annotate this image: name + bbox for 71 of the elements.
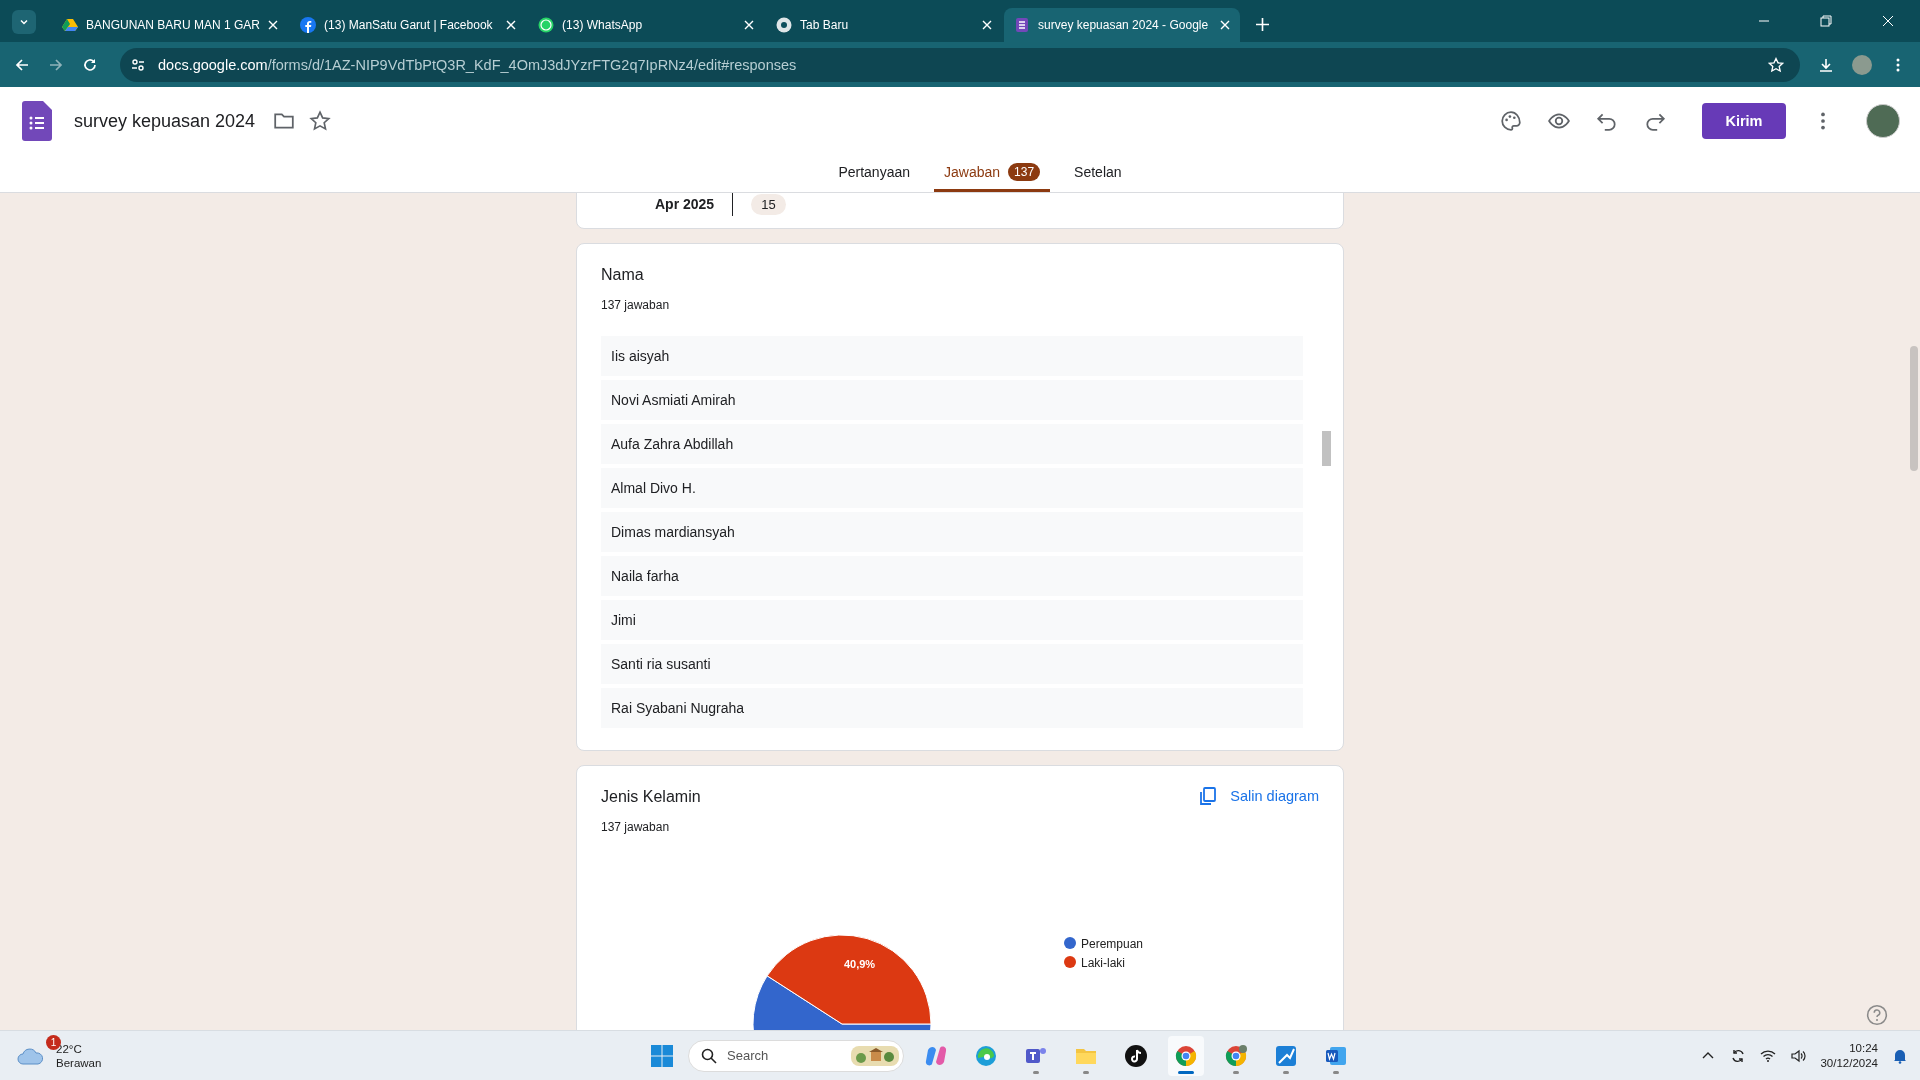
answer-row: Iis aisyah xyxy=(601,336,1303,376)
response-count: 137 jawaban xyxy=(601,820,671,834)
download-icon[interactable] xyxy=(1818,56,1834,73)
day-chip[interactable]: 15 xyxy=(751,193,786,215)
address-bar[interactable]: docs.google.com/forms/d/1AZ-NIP9VdTbPtQ3R_KdF_4OmJ3dJYzrFTG2q7IpRNz4/edit#responses xyxy=(120,47,1800,82)
slice-label: 40,9% xyxy=(843,958,876,971)
answer-row: Jimi xyxy=(601,600,1303,640)
url-text: docs.google.com/forms/d/1AZ-NIP9VdTbPtQ3R_KdF_4OmJ3dJYzrFTG2q7IpRNz4/edit#responses xyxy=(158,56,797,73)
star-icon[interactable] xyxy=(309,110,332,132)
answer-row: Rai Syabani Nugraha xyxy=(601,688,1303,728)
copy-chart-button[interactable]: Salin diagram xyxy=(1198,786,1319,806)
browser-tab[interactable]: (13) ManSatu Garut | Facebook xyxy=(290,8,527,42)
response-count: 137 jawaban xyxy=(601,298,671,312)
answer-row: Dimas mardiansyah xyxy=(601,512,1303,552)
close-icon[interactable] xyxy=(982,20,993,30)
form-tab[interactable]: Pertanyaan xyxy=(828,155,920,192)
question-title: Nama xyxy=(601,266,645,284)
help-icon[interactable] xyxy=(1866,1004,1888,1026)
chat-icon xyxy=(538,17,555,33)
tab-search-button[interactable] xyxy=(12,10,36,34)
sync-icon[interactable] xyxy=(1730,1047,1747,1064)
send-button[interactable]: Kirim xyxy=(1702,103,1786,139)
start-icon[interactable] xyxy=(650,1043,674,1068)
back-icon[interactable] xyxy=(14,56,30,73)
bookmark-star-icon[interactable] xyxy=(1768,56,1784,73)
edge-icon xyxy=(974,1043,998,1068)
facebook-icon xyxy=(300,17,317,33)
browser-tab[interactable]: (13) WhatsApp xyxy=(528,8,765,42)
volume-icon[interactable] xyxy=(1790,1047,1807,1064)
close-icon[interactable] xyxy=(506,20,517,30)
site-settings-icon[interactable] xyxy=(130,56,146,73)
answer-row: Almal Divo H. xyxy=(601,468,1303,508)
month-label: Apr 2025 xyxy=(655,196,715,212)
forms-logo-icon[interactable] xyxy=(22,101,52,141)
drive-icon xyxy=(62,17,78,33)
browser-tab[interactable]: BANGUNAN BARU MAN 1 GAR xyxy=(52,8,289,42)
search-field[interactable]: Search xyxy=(688,1039,904,1072)
legend-label: Laki-laki xyxy=(1081,956,1126,970)
copy-icon xyxy=(1198,786,1219,806)
answer-row: Naila farha xyxy=(601,556,1303,596)
notification-bell-icon[interactable] xyxy=(1892,1047,1908,1064)
close-icon[interactable] xyxy=(1220,20,1231,30)
response-count-badge: 137 xyxy=(1008,163,1041,181)
legend-label: Perempuan xyxy=(1081,937,1144,951)
form-icon xyxy=(1014,17,1031,33)
forward-icon[interactable] xyxy=(48,56,64,73)
close-icon[interactable] xyxy=(1882,15,1894,27)
answer-row: Novi Asmiati Amirah xyxy=(601,380,1303,420)
browser-tab[interactable]: survey kepuasan 2024 - Google xyxy=(1004,8,1241,42)
weather-condition: Berawan xyxy=(56,1056,102,1069)
question-title: Jenis Kelamin xyxy=(601,788,701,806)
palette-icon[interactable] xyxy=(1500,110,1522,132)
clock[interactable]: 10:24 30/12/2024 xyxy=(1820,1042,1878,1069)
answer-row: Santi ria susanti xyxy=(601,644,1303,684)
new-tab-icon[interactable] xyxy=(1256,18,1270,31)
reload-icon[interactable] xyxy=(82,56,98,73)
answer-row: Aufa Zahra Abdillah xyxy=(601,424,1303,464)
close-icon[interactable] xyxy=(744,20,755,30)
form-tab[interactable]: Setelan xyxy=(1064,155,1132,192)
scrollbar-thumb[interactable] xyxy=(1322,431,1331,466)
restore-icon[interactable] xyxy=(1820,15,1832,27)
close-icon[interactable] xyxy=(268,20,279,30)
search-icon xyxy=(701,1047,717,1064)
tiktok-icon xyxy=(1124,1043,1148,1068)
legend-item: Laki-laki xyxy=(1064,956,1125,970)
form-title[interactable]: survey kepuasan 2024 xyxy=(74,110,256,132)
scrollbar-thumb[interactable] xyxy=(1910,346,1918,471)
legend-item: Perempuan xyxy=(1064,937,1144,951)
account-avatar[interactable] xyxy=(1866,104,1900,138)
browser-tab[interactable]: Tab Baru xyxy=(766,8,1003,42)
chart-app-icon xyxy=(1274,1043,1298,1068)
